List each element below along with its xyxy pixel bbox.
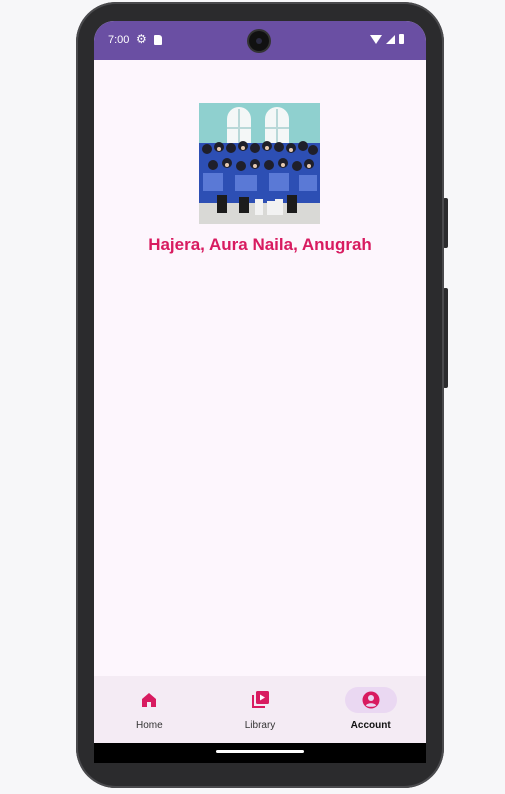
nav-label-home: Home <box>135 720 163 731</box>
nav-item-home[interactable]: Home <box>94 676 205 743</box>
status-bar: 7:00 ⚙ <box>94 21 426 60</box>
account-names: Hajera, Aura Naila, Anugrah <box>148 235 372 254</box>
gear-icon: ⚙ <box>136 32 147 46</box>
group-photo <box>199 103 320 224</box>
nav-label-account: Account <box>350 720 391 731</box>
gesture-area <box>94 743 426 763</box>
account-circle-icon <box>362 691 380 709</box>
front-camera <box>249 31 269 51</box>
app-screen: 7:00 ⚙ Hajera, Aura Naila, Anugrah Home … <box>94 21 426 763</box>
nav-item-account[interactable]: Account <box>315 676 426 743</box>
bottom-navigation: Home Library Account <box>94 676 426 743</box>
home-icon <box>142 693 157 707</box>
account-content: Hajera, Aura Naila, Anugrah <box>94 60 426 676</box>
sd-card-icon <box>154 35 162 45</box>
home-gesture-bar[interactable] <box>216 750 304 753</box>
battery-icon <box>399 34 404 44</box>
device-frame: 7:00 ⚙ Hajera, Aura Naila, Anugrah Home … <box>0 0 505 794</box>
nav-label-library: Library <box>244 720 276 731</box>
signal-icon <box>386 34 395 44</box>
wifi-icon <box>370 34 382 44</box>
video-library-icon <box>252 691 269 708</box>
nav-item-library[interactable]: Library <box>205 676 316 743</box>
status-time: 7:00 <box>108 34 130 46</box>
